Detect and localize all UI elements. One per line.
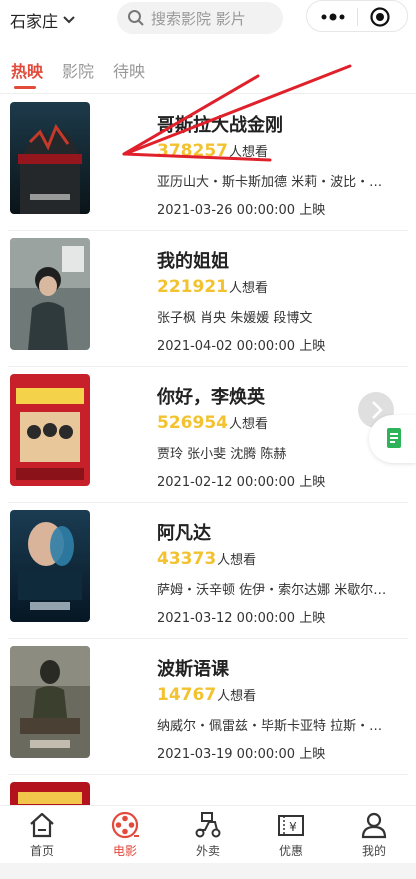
release-date: 2021-03-19 00:00:00 上映 — [157, 743, 325, 762]
release-time: 2021-04-02 00:00:00 — [157, 339, 296, 354]
poster-image — [10, 646, 90, 758]
want-count: 43373 — [157, 549, 217, 569]
movie-item[interactable]: 我的姐姐 221921人想看 张子枫 肖央 朱媛媛 段博文 2021-04-02… — [0, 231, 416, 367]
movie-title: 你好，李焕英 — [157, 387, 265, 408]
city-selector[interactable]: 石家庄 — [10, 8, 76, 32]
bottom-nav: 首页 电影 外卖 ¥ 优惠 我的 — [0, 805, 416, 863]
want-to-see: 221921人想看 — [157, 277, 268, 297]
more-options-icon[interactable] — [319, 9, 347, 25]
poster-image — [10, 510, 90, 622]
search-icon — [128, 10, 144, 26]
release-date: 2021-03-12 00:00:00 上映 — [157, 607, 325, 626]
miniprogram-capsule — [306, 0, 408, 32]
release-time: 2021-03-26 00:00:00 — [157, 203, 296, 218]
movie-poster[interactable] — [10, 102, 90, 214]
active-tab-indicator — [14, 86, 36, 89]
movie-item[interactable]: 你好，李焕英 526954人想看 贾玲 张小斐 沈腾 陈赫 2021-02-12… — [0, 367, 416, 503]
svg-text:¥: ¥ — [289, 820, 297, 834]
release-suffix: 上映 — [299, 611, 326, 626]
person-icon — [361, 812, 387, 839]
want-to-see: 526954人想看 — [157, 413, 268, 433]
release-date: 2021-04-02 00:00:00 上映 — [157, 335, 325, 354]
release-time: 2021-03-12 00:00:00 — [157, 611, 296, 626]
want-count: 221921 — [157, 277, 228, 297]
movie-title: 哥斯拉大战金刚 — [157, 115, 283, 136]
movie-poster[interactable] — [10, 646, 90, 758]
capsule-divider — [357, 8, 358, 26]
movie-title: 波斯语课 — [157, 659, 229, 680]
want-suffix: 人想看 — [228, 145, 268, 160]
tab-now-showing[interactable]: 热映 — [11, 58, 43, 82]
want-suffix: 人想看 — [217, 553, 257, 568]
want-count: 526954 — [157, 413, 228, 433]
release-suffix: 上映 — [299, 203, 326, 218]
release-time: 2021-02-12 00:00:00 — [157, 475, 296, 490]
want-to-see: 378257人想看 — [157, 141, 268, 161]
nav-profile[interactable]: 我的 — [344, 810, 404, 859]
nav-takeout[interactable]: 外卖 — [178, 810, 238, 859]
category-tabs: 热映 影院 待映 — [0, 48, 416, 94]
movie-cast: 纳威尔・佩雷兹・毕斯卡亚特 拉斯・艾... — [157, 719, 393, 734]
movie-poster[interactable] — [10, 374, 90, 486]
nav-home-label: 首页 — [29, 844, 54, 858]
want-count: 378257 — [157, 141, 228, 161]
tab-coming-soon[interactable]: 待映 — [113, 58, 145, 82]
nav-takeout-label: 外卖 — [195, 844, 220, 858]
poster-image — [10, 102, 90, 214]
document-float-button[interactable] — [369, 415, 416, 463]
search-bar[interactable]: 搜索影院 影片 — [117, 2, 283, 34]
poster-image — [10, 238, 90, 350]
movie-poster[interactable] — [10, 510, 90, 622]
movie-cast: 贾玲 张小斐 沈腾 陈赫 — [157, 447, 287, 462]
tab-cinemas[interactable]: 影院 — [62, 58, 94, 82]
movie-item[interactable]: 波斯语课 14767人想看 纳威尔・佩雷兹・毕斯卡亚特 拉斯・艾... 2021… — [0, 639, 416, 775]
movie-item[interactable]: 哥斯拉大战金刚 378257人想看 亚历山大・斯卡斯加德 米莉・波比・布... … — [0, 95, 416, 231]
city-label: 石家庄 — [10, 12, 59, 31]
want-suffix: 人想看 — [228, 281, 268, 296]
movie-item[interactable]: 阿凡达 43373人想看 萨姆・沃辛顿 佐伊・索尔达娜 米歇尔・... 2021… — [0, 503, 416, 639]
search-placeholder: 搜索影院 影片 — [151, 9, 246, 28]
release-date: 2021-03-26 00:00:00 上映 — [157, 199, 325, 218]
nav-deals-label: 优惠 — [278, 844, 303, 858]
scooter-icon — [195, 812, 221, 838]
movie-cast: 萨姆・沃辛顿 佐伊・索尔达娜 米歇尔・... — [157, 583, 393, 598]
chevron-down-icon — [63, 16, 75, 24]
release-suffix: 上映 — [299, 747, 326, 762]
nav-home[interactable]: 首页 — [12, 810, 72, 859]
film-reel-icon — [111, 811, 139, 839]
want-to-see: 14767人想看 — [157, 685, 256, 705]
release-date: 2021-02-12 00:00:00 上映 — [157, 471, 325, 490]
release-suffix: 上映 — [299, 475, 326, 490]
want-count: 14767 — [157, 685, 217, 705]
movie-cast: 亚历山大・斯卡斯加德 米莉・波比・布... — [157, 175, 393, 190]
want-suffix: 人想看 — [228, 417, 268, 432]
coupon-icon: ¥ — [278, 815, 304, 836]
home-icon — [30, 812, 54, 838]
release-time: 2021-03-19 00:00:00 — [157, 747, 296, 762]
nav-profile-label: 我的 — [361, 844, 386, 858]
movie-title: 我的姐姐 — [157, 251, 229, 272]
close-miniprogram-icon[interactable] — [369, 6, 391, 28]
movie-poster[interactable] — [10, 238, 90, 350]
nav-deals[interactable]: ¥ 优惠 — [261, 810, 321, 859]
nav-movies[interactable]: 电影 — [95, 810, 155, 859]
want-to-see: 43373人想看 — [157, 549, 256, 569]
nav-movies-label: 电影 — [112, 844, 137, 858]
poster-image — [10, 374, 90, 486]
document-icon — [387, 428, 401, 448]
movie-cast: 张子枫 肖央 朱媛媛 段博文 — [157, 311, 313, 326]
system-home-bar — [0, 863, 416, 879]
release-suffix: 上映 — [299, 339, 326, 354]
movie-title: 阿凡达 — [157, 523, 211, 544]
want-suffix: 人想看 — [217, 689, 257, 704]
top-bar: 石家庄 搜索影院 影片 — [0, 0, 416, 46]
